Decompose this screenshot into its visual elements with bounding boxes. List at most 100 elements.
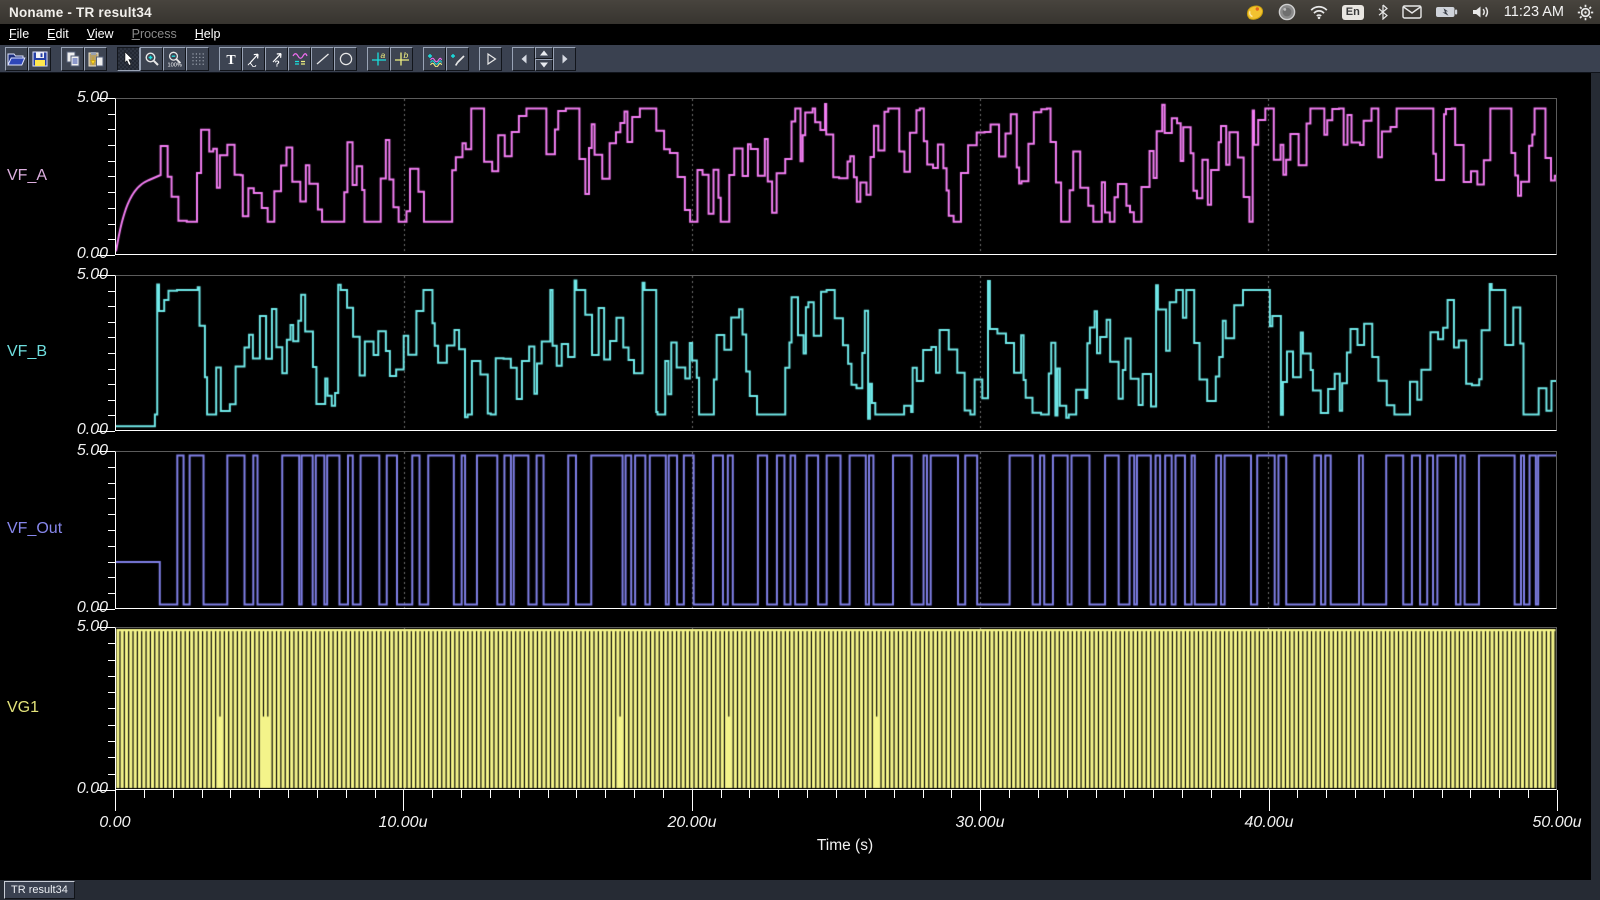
add-curves-icon (427, 51, 443, 67)
y-tick (108, 353, 115, 354)
window-right-edge (1591, 73, 1600, 880)
wifi-icon[interactable] (1309, 4, 1329, 20)
zoom-100-button[interactable]: 100% (163, 47, 186, 71)
y-tick (108, 384, 115, 385)
x-tick (1413, 790, 1414, 798)
x-tick (1153, 790, 1154, 798)
legend-tool-button[interactable] (288, 47, 311, 71)
y-axis-label-vf_a-min: 0.00 (56, 245, 108, 263)
power-gear-icon[interactable] (1577, 4, 1594, 21)
x-tick (1240, 790, 1241, 798)
y-tick (108, 192, 115, 193)
title-bar: Noname - TR result34 En 11:23 AM (0, 0, 1600, 24)
y-tick (108, 337, 115, 338)
x-tick (692, 790, 693, 811)
line-tool-button[interactable] (311, 47, 334, 71)
x-tick (259, 790, 260, 798)
x-tick (375, 790, 376, 798)
menu-bar: FileEditViewProcessHelp (0, 24, 1600, 45)
x-axis-tick-label: 40.00u (1224, 814, 1314, 832)
zoom-100-icon: 100% (167, 51, 183, 67)
session-indicator-icon[interactable] (1278, 3, 1296, 21)
y-tick (97, 255, 115, 256)
x-tick (1269, 790, 1270, 811)
nav-left-button[interactable] (512, 47, 535, 71)
x-tick (778, 790, 779, 798)
svg-text:100%: 100% (167, 62, 181, 66)
nav-left-icon (518, 51, 530, 67)
y-tick (97, 627, 115, 628)
y-tick (108, 415, 115, 416)
y-tick (108, 161, 115, 162)
menu-edit[interactable]: Edit (38, 24, 78, 45)
cursor-question-icon: ? (269, 51, 285, 67)
battery-icon[interactable] (1435, 6, 1458, 18)
nav-right-icon (559, 51, 571, 67)
y-tick (108, 114, 115, 115)
menu-view[interactable]: View (78, 24, 123, 45)
x-tick (115, 790, 116, 811)
cursor-b-axis-button[interactable]: b (390, 47, 413, 71)
x-tick (749, 790, 750, 798)
cursor-b-tool-button[interactable]: ? (265, 47, 288, 71)
y-tick (108, 530, 115, 531)
x-tick (865, 790, 866, 798)
x-tick (403, 790, 404, 811)
grid-toggle-button[interactable] (186, 47, 209, 71)
window-title: Noname - TR result34 (9, 5, 152, 20)
x-tick (1096, 790, 1097, 798)
volume-icon[interactable] (1471, 4, 1491, 20)
mail-icon[interactable] (1402, 5, 1422, 19)
plot-vf_out (115, 451, 1557, 609)
y-tick (97, 609, 115, 610)
play-button[interactable] (479, 47, 502, 71)
save-button[interactable] (28, 47, 51, 71)
spinner-down-button[interactable] (535, 59, 553, 71)
zoom-in-button[interactable] (140, 47, 163, 71)
bluetooth-icon[interactable] (1377, 4, 1389, 20)
open-button[interactable] (5, 47, 28, 71)
svg-text:?: ? (274, 58, 279, 67)
ellipse-tool-button[interactable] (334, 47, 357, 71)
y-tick (108, 369, 115, 370)
menu-process[interactable]: Process (123, 24, 186, 45)
y-tick (108, 322, 115, 323)
clock-indicator[interactable]: 11:23 AM (1504, 4, 1564, 20)
x-tick (721, 790, 722, 798)
cursor-a-tool-button[interactable] (242, 47, 265, 71)
result-tab[interactable]: TR result34 (4, 881, 75, 899)
y-tick (108, 774, 115, 775)
y-tick (108, 514, 115, 515)
svg-text:a: a (380, 51, 385, 60)
menu-help[interactable]: Help (186, 24, 230, 45)
y-tick (108, 483, 115, 484)
paste-button[interactable] (84, 47, 107, 71)
cursor-a-axis-button[interactable]: a (367, 47, 390, 71)
x-tick (548, 790, 549, 798)
y-tick (108, 562, 115, 563)
probe-button[interactable] (446, 47, 469, 71)
copy-button[interactable] (61, 47, 84, 71)
nav-right-button[interactable] (553, 47, 576, 71)
application-window: Noname - TR result34 En 11:23 AM FileEdit… (0, 0, 1600, 900)
app-indicator-icon[interactable] (1245, 3, 1265, 21)
x-tick (346, 790, 347, 798)
pointer-tool-button[interactable] (117, 47, 140, 71)
signal-label-vf_a: VF_A (7, 167, 47, 185)
x-tick (1297, 790, 1298, 798)
x-tick (173, 790, 174, 798)
spinner-up-button[interactable] (535, 47, 553, 59)
y-tick (108, 692, 115, 693)
x-tick (576, 790, 577, 798)
menu-file[interactable]: File (0, 24, 38, 45)
add-curves-button[interactable] (423, 47, 446, 71)
svg-text:T: T (226, 53, 236, 67)
x-tick (1499, 790, 1500, 798)
system-tray: En 11:23 AM (1232, 0, 1594, 24)
spinner (535, 47, 553, 71)
x-tick (1355, 790, 1356, 798)
x-tick (288, 790, 289, 798)
keyboard-layout-indicator[interactable]: En (1342, 5, 1364, 20)
text-tool-button[interactable]: T (219, 47, 242, 71)
y-tick (108, 546, 115, 547)
